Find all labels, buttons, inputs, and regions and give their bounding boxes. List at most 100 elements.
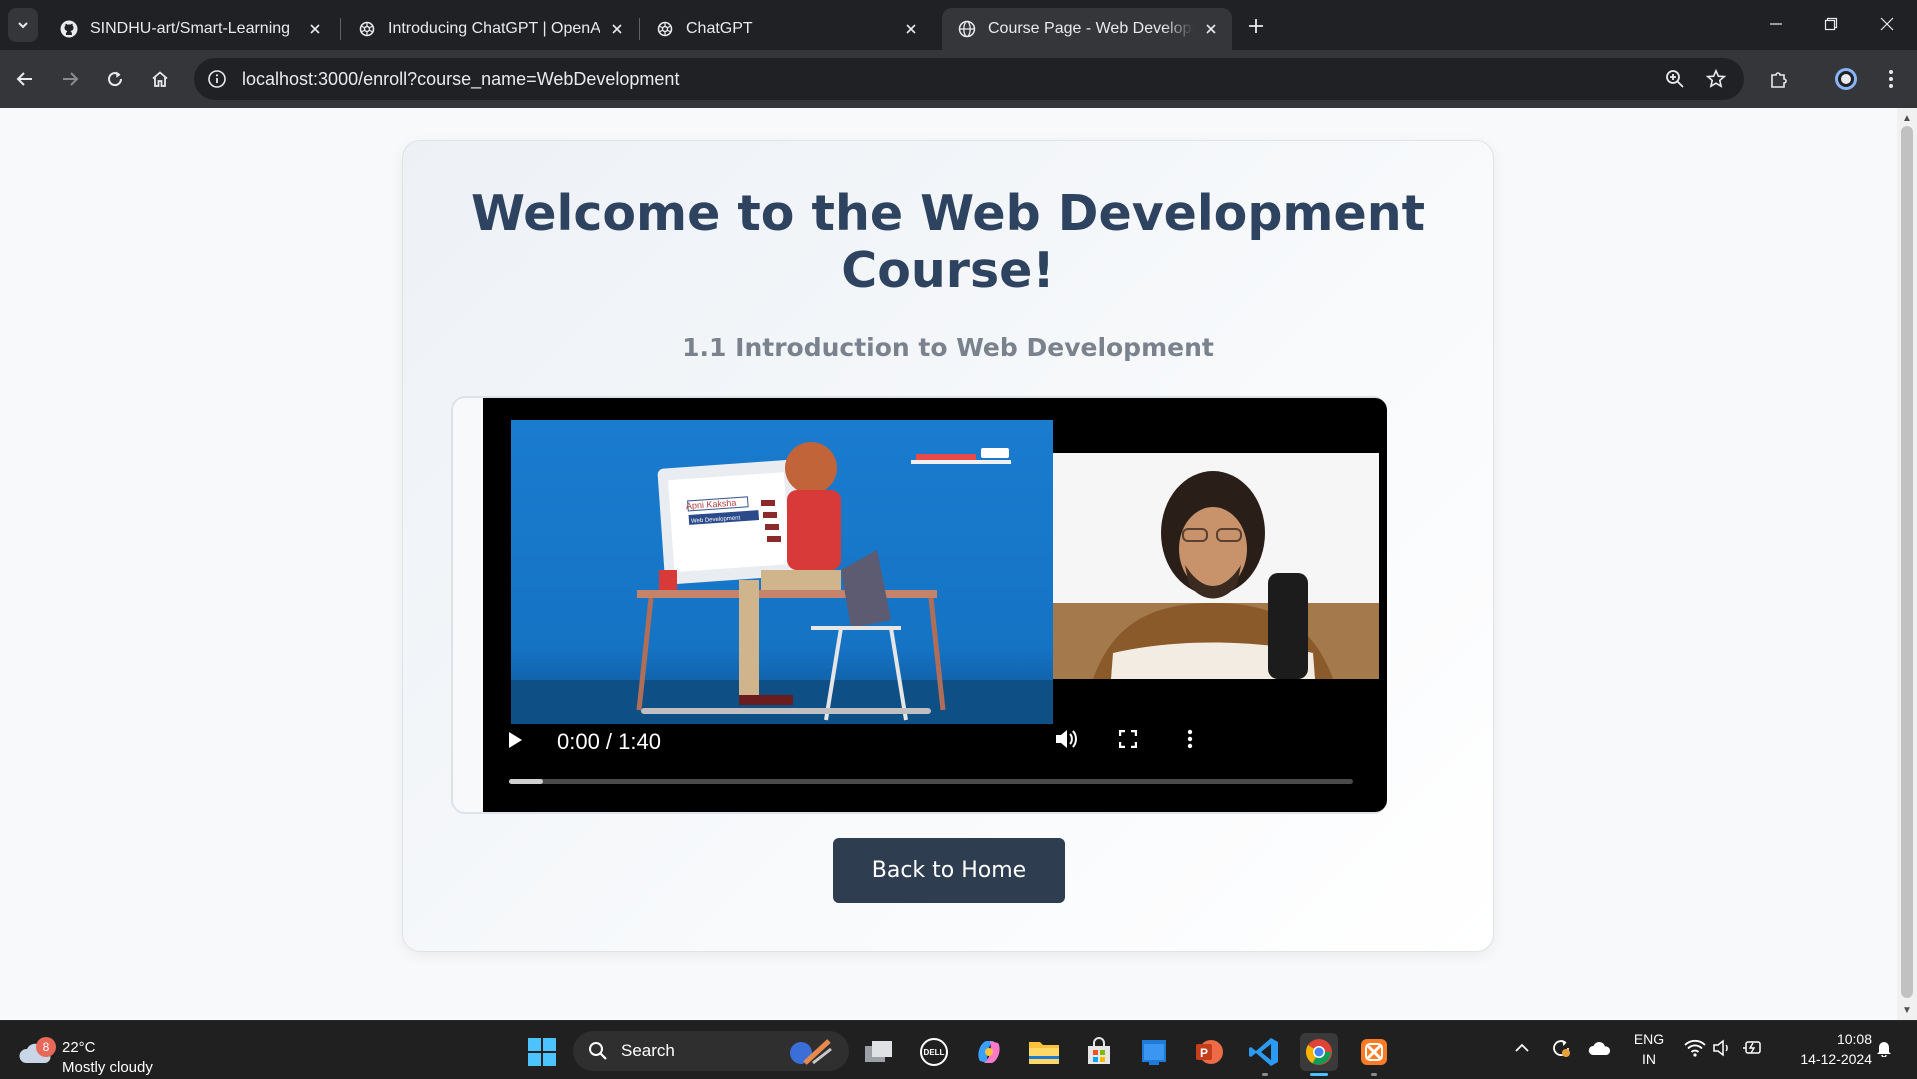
video-progress-fill bbox=[509, 779, 543, 784]
running-indicator bbox=[1371, 1073, 1377, 1076]
scroll-down-arrow-icon[interactable]: ▼ bbox=[1901, 1004, 1913, 1016]
video-player[interactable]: Apni Kaksha Web Development 0:00 / 1:40 bbox=[483, 398, 1387, 812]
new-tab-button[interactable] bbox=[1242, 12, 1270, 40]
close-icon[interactable] bbox=[306, 20, 324, 38]
address-bar[interactable]: localhost:3000/enroll?course_name=WebDev… bbox=[194, 58, 1744, 100]
home-button[interactable] bbox=[143, 62, 177, 96]
volume-icon bbox=[1056, 730, 1077, 748]
bell-icon bbox=[1877, 1042, 1891, 1057]
zoom-in-icon bbox=[1666, 70, 1684, 88]
play-button[interactable] bbox=[503, 726, 527, 754]
extensions-button[interactable] bbox=[1762, 62, 1796, 96]
weather-temperature: 22°C bbox=[62, 1039, 96, 1056]
powerpoint-icon: P bbox=[1196, 1040, 1223, 1064]
mute-button[interactable] bbox=[1051, 724, 1081, 754]
powerpoint-button[interactable]: P bbox=[1190, 1033, 1228, 1071]
svg-text:DELL: DELL bbox=[924, 1048, 945, 1057]
scrollbar-thumb[interactable] bbox=[1901, 126, 1913, 998]
profile-button[interactable] bbox=[1829, 62, 1863, 96]
tab-github[interactable]: SINDHU-art/Smart-Learning bbox=[44, 8, 336, 50]
chrome-icon bbox=[1305, 1039, 1332, 1065]
task-view-icon bbox=[865, 1041, 892, 1062]
openai-icon bbox=[358, 20, 376, 38]
lesson-subtitle: 1.1 Introduction to Web Development bbox=[682, 333, 1214, 362]
microsoft-store-button[interactable] bbox=[1080, 1033, 1118, 1071]
task-view-button[interactable] bbox=[860, 1033, 898, 1071]
browser-toolbar: localhost:3000/enroll?course_name=WebDev… bbox=[0, 50, 1917, 108]
more-vertical-icon bbox=[1889, 70, 1893, 88]
vscode-icon bbox=[1249, 1038, 1278, 1066]
tab-title: ChatGPT bbox=[686, 20, 753, 37]
wifi-icon bbox=[1684, 1039, 1706, 1057]
copilot-icon bbox=[978, 1041, 1000, 1063]
dell-support-button[interactable] bbox=[1135, 1033, 1173, 1071]
minimize-button[interactable] bbox=[1753, 8, 1799, 40]
forward-button[interactable] bbox=[53, 62, 87, 96]
clock-time[interactable]: 10:08 bbox=[1782, 1031, 1872, 1047]
clock-date[interactable]: 14-12-2024 bbox=[1782, 1051, 1872, 1067]
language-secondary[interactable]: IN bbox=[1632, 1051, 1666, 1067]
folder-icon bbox=[1029, 1042, 1059, 1064]
bookmark-button[interactable] bbox=[1699, 62, 1733, 96]
onedrive-cloud-icon bbox=[1588, 1041, 1611, 1055]
notifications-button[interactable] bbox=[1872, 1033, 1896, 1063]
close-window-button[interactable] bbox=[1864, 8, 1910, 40]
close-icon[interactable] bbox=[1202, 20, 1220, 38]
sync-tray-button[interactable] bbox=[1548, 1033, 1574, 1063]
openai-icon bbox=[656, 20, 674, 38]
dell-logo-icon: DELL bbox=[920, 1038, 948, 1066]
site-info-icon[interactable] bbox=[204, 66, 230, 92]
back-button[interactable] bbox=[8, 62, 42, 96]
chrome-button[interactable] bbox=[1300, 1033, 1338, 1071]
windows-logo-icon bbox=[528, 1038, 556, 1066]
running-indicator bbox=[1262, 1073, 1268, 1076]
taskbar-search[interactable]: Search bbox=[573, 1031, 849, 1071]
back-to-home-button[interactable]: Back to Home bbox=[833, 838, 1065, 903]
page-viewport: Welcome to the Web Development Course! 1… bbox=[0, 108, 1897, 1020]
video-slide-illustration: Apni Kaksha Web Development bbox=[511, 420, 1053, 724]
close-icon[interactable] bbox=[608, 20, 626, 38]
copilot-button[interactable] bbox=[970, 1033, 1008, 1071]
page-scrollbar[interactable]: ▲ ▼ bbox=[1897, 108, 1917, 1020]
reload-icon bbox=[108, 71, 123, 87]
scroll-up-arrow-icon[interactable]: ▲ bbox=[1901, 112, 1913, 124]
start-button[interactable] bbox=[523, 1033, 561, 1071]
battery-tray-button[interactable] bbox=[1740, 1033, 1766, 1063]
page-title: Welcome to the Web Development Course! bbox=[470, 185, 1426, 299]
volume-tray-button[interactable] bbox=[1710, 1033, 1736, 1063]
search-highlight-icon bbox=[790, 1039, 832, 1065]
file-explorer-button[interactable] bbox=[1025, 1033, 1063, 1071]
menu-button[interactable] bbox=[1874, 62, 1908, 96]
vscode-button[interactable] bbox=[1245, 1033, 1283, 1071]
language-primary[interactable]: ENG bbox=[1632, 1031, 1666, 1047]
tab-title: Introducing ChatGPT | OpenAI bbox=[388, 20, 600, 37]
home-icon bbox=[152, 71, 168, 87]
weather-widget[interactable]: 8 22°C Mostly cloudy bbox=[18, 1029, 198, 1076]
xampp-icon bbox=[1361, 1039, 1387, 1065]
tab-search-button[interactable] bbox=[8, 8, 38, 42]
search-icon bbox=[587, 1040, 609, 1062]
play-icon bbox=[509, 732, 522, 748]
onedrive-tray-button[interactable] bbox=[1587, 1033, 1613, 1063]
tab-introducing-chatgpt[interactable]: Introducing ChatGPT | OpenAI bbox=[342, 8, 638, 50]
xampp-button[interactable] bbox=[1355, 1033, 1393, 1071]
video-timecode: 0:00 / 1:40 bbox=[557, 729, 661, 754]
tab-chatgpt[interactable]: ChatGPT bbox=[640, 8, 932, 50]
show-hidden-icons-button[interactable] bbox=[1512, 1033, 1532, 1063]
close-icon[interactable] bbox=[902, 20, 920, 38]
fullscreen-button[interactable] bbox=[1113, 724, 1143, 754]
tab-course-page[interactable]: Course Page - Web Development bbox=[942, 8, 1232, 50]
windows-taskbar: 8 22°C Mostly cloudy Search DELL P ENG I… bbox=[0, 1020, 1917, 1079]
sync-icon bbox=[1553, 1040, 1570, 1057]
tab-separator bbox=[340, 18, 341, 40]
svg-text:P: P bbox=[1200, 1046, 1208, 1060]
weather-alert-badge: 8 bbox=[36, 1037, 56, 1057]
dell-app-button[interactable]: DELL bbox=[915, 1033, 953, 1071]
zoom-button[interactable] bbox=[1658, 62, 1692, 96]
reload-button[interactable] bbox=[98, 62, 132, 96]
video-progress-bar[interactable] bbox=[509, 779, 1353, 784]
restore-icon bbox=[1824, 17, 1838, 31]
video-options-button[interactable] bbox=[1175, 724, 1205, 754]
restore-button[interactable] bbox=[1808, 8, 1854, 40]
wifi-tray-button[interactable] bbox=[1682, 1033, 1708, 1063]
